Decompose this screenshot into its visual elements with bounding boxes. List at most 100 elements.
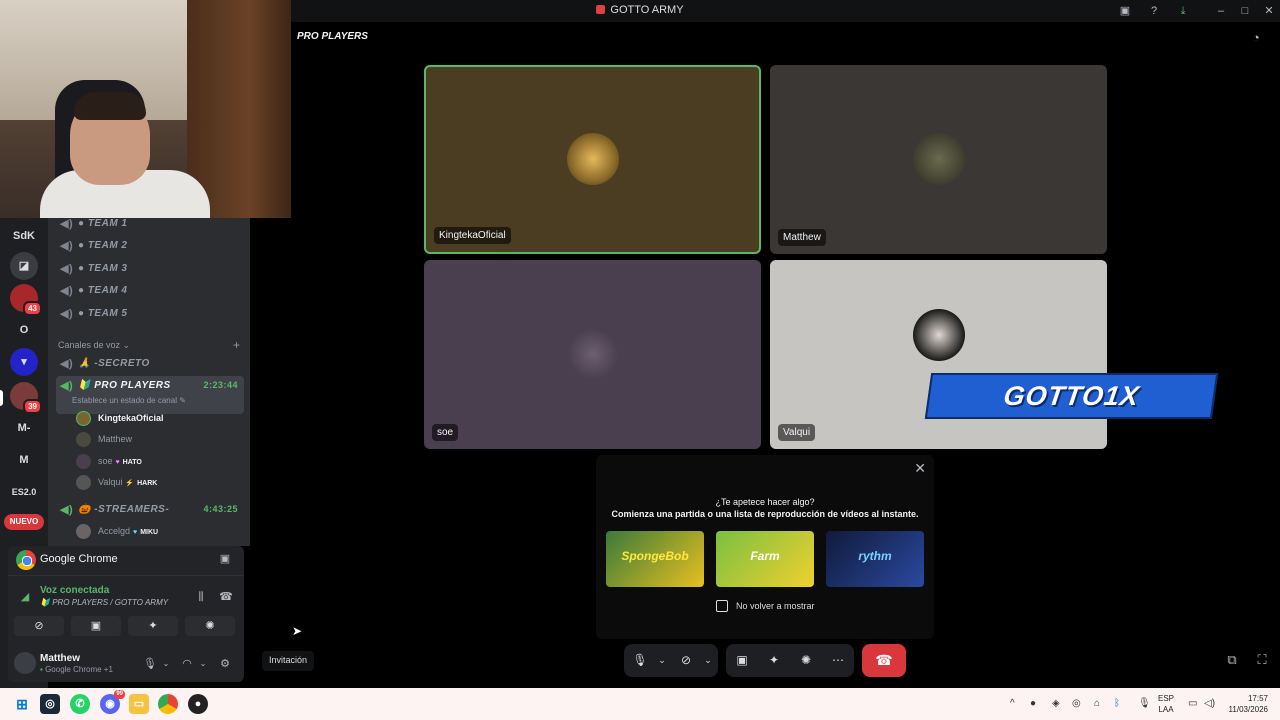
server-red[interactable]: 43 [10, 284, 42, 316]
language-indicator[interactable]: ESP LAA [1158, 693, 1174, 715]
tray-network-icon[interactable]: ⌂ [1094, 698, 1100, 709]
soundboard-button[interactable]: ✺ [185, 616, 235, 636]
windows-taskbar: ⊞ ◎ ✆ ◉ 99 ▭ ● ^ ● ◈ ◎ ⌂ ᛒ 🎙 ESP LAA ▭ ◁) … [0, 688, 1280, 720]
share-screen-button[interactable]: ▣ [71, 616, 121, 636]
tray-steam-icon[interactable]: ◎ [1072, 698, 1081, 709]
video-tile[interactable]: Valqui [770, 260, 1107, 449]
signal-icon: ◢ [20, 591, 30, 603]
camera-off-button[interactable]: ⊘ [14, 616, 64, 636]
avatar [566, 327, 619, 380]
speaker-icon: ◀) [60, 285, 74, 297]
channel-team-5[interactable]: ◀) ● TEAM 5 [56, 304, 244, 324]
obs-icon[interactable]: ● [188, 694, 208, 714]
mention-badge: 43 [23, 301, 42, 316]
more-options-icon[interactable]: ⋯ [824, 644, 852, 677]
server-es2[interactable]: ES2.0 [10, 478, 38, 506]
download-icon[interactable]: ⤓ [1175, 3, 1191, 19]
steam-icon[interactable]: ◎ [40, 694, 60, 714]
maximize-button[interactable]: □ [1237, 3, 1253, 19]
speaker-icon: ◀) [60, 380, 74, 392]
taskbar-clock[interactable]: 17:57 11/03/2026 [1222, 693, 1268, 715]
headphones-icon[interactable]: ◠ [180, 657, 194, 671]
screen-share-icon[interactable]: ▣ [218, 552, 232, 566]
server-icon [596, 5, 606, 14]
avatar [76, 454, 91, 469]
activities-button[interactable]: ✦ [128, 616, 178, 636]
channel-team-3[interactable]: ◀) ● TEAM 3 [56, 259, 244, 279]
channel-team-2[interactable]: ◀) ● TEAM 2 [56, 236, 244, 256]
close-window-button[interactable]: ✕ [1261, 3, 1277, 19]
avatar [76, 524, 91, 539]
discord-icon[interactable]: ◉ 99 [100, 690, 125, 714]
video-tile[interactable]: Matthew [770, 65, 1107, 254]
avatar [566, 132, 619, 185]
server-active[interactable]: 39 [10, 382, 42, 414]
channel-team-1[interactable]: ◀) ● TEAM 1 [56, 218, 244, 234]
disconnect-icon[interactable]: ☎ [219, 590, 233, 604]
add-channel-icon[interactable]: + [233, 338, 240, 352]
soundboard-icon[interactable]: ✺ [792, 644, 820, 677]
chevron-down-icon[interactable]: ⌄ [196, 657, 210, 671]
chevron-down-icon[interactable]: ⌄ [159, 657, 173, 671]
channel-secreto[interactable]: ◀) 🙏 -SECRETO [56, 354, 244, 374]
fullscreen-icon[interactable]: ⛶ [1254, 652, 1270, 668]
server-m-dash[interactable]: M- [10, 414, 38, 442]
channel-pro-players[interactable]: ◀) 🔰 PRO PLAYERS 2:23:44 Establece un es… [56, 376, 244, 414]
whatsapp-icon[interactable]: ✆ [70, 694, 90, 714]
tray-overflow-icon[interactable]: ^ [1010, 698, 1015, 709]
new-badge[interactable]: NUEVO [4, 514, 44, 530]
voice-connected-label[interactable]: Voz conectada [40, 585, 109, 596]
channel-team-4[interactable]: ◀) ● TEAM 4 [56, 281, 244, 301]
windows-start-icon[interactable]: ⊞ [12, 694, 32, 714]
microphone-icon[interactable]: 🎙 [143, 657, 157, 671]
video-tile[interactable]: soe [424, 260, 761, 449]
avatar [912, 308, 965, 361]
activity-card-rythm[interactable]: rythm [826, 531, 924, 587]
popout-icon[interactable]: ⧉ [1224, 652, 1240, 668]
server-blue[interactable]: ▾ [10, 348, 38, 376]
close-icon[interactable]: ✕ [914, 460, 926, 477]
activity-prompt: ✕ ¿Te apetece hacer algo? Comienza una p… [596, 455, 934, 639]
channel-streamers[interactable]: ◀) 🎃 -STREAMERS- 4:43:25 [56, 500, 244, 520]
dont-show-checkbox[interactable] [716, 600, 728, 612]
stream-source-row: Google Chrome ▣ [8, 546, 244, 576]
share-screen-icon[interactable]: ▣ [728, 644, 756, 677]
cursor-icon: ➤ [292, 624, 303, 638]
tray-display-icon[interactable]: ▭ [1188, 698, 1197, 709]
chat-icon[interactable]: ◔ [1252, 30, 1270, 48]
mic-camera-controls: 🎙 ⌄ ⊘ ⌄ [624, 644, 718, 677]
tray-mic-icon[interactable]: 🎙 [1138, 698, 1151, 709]
chrome-taskbar-icon[interactable] [158, 694, 178, 714]
channel-status[interactable]: Establece un estado de canal ✎ [72, 396, 186, 405]
activities-icon[interactable]: ✦ [760, 644, 788, 677]
chevron-down-icon[interactable]: ⌄ [694, 644, 722, 677]
inbox-icon[interactable]: ▣ [1117, 3, 1133, 19]
server-division[interactable]: ◪ [10, 252, 38, 280]
hang-up-button[interactable]: ☎ [862, 644, 906, 677]
avatar [76, 411, 91, 426]
activity-card-farm[interactable]: Farm [716, 531, 814, 587]
server-sdk[interactable]: SdK [10, 222, 38, 250]
bluetooth-icon[interactable]: ᛒ [1114, 698, 1120, 709]
help-icon[interactable]: ? [1146, 3, 1162, 19]
noise-suppression-icon[interactable]: ⫼ [194, 590, 208, 604]
stream-overlay-logo: GOTTO1X [924, 373, 1219, 419]
tray-shield-icon[interactable]: ◈ [1052, 698, 1060, 709]
activity-card-spongebob[interactable]: SpongeBob [606, 531, 704, 587]
gear-icon[interactable]: ⚙ [218, 657, 232, 671]
tray-app-icon[interactable]: ● [1030, 698, 1036, 709]
channel-list: ◀) ● TEAM 1 ◀) ● TEAM 2 ◀) ● TEAM 3 ◀) ● TEA… [48, 218, 250, 546]
call-actions: ▣ ✦ ✺ ⋯ [726, 644, 854, 677]
volume-icon[interactable]: ◁) [1204, 698, 1215, 709]
video-tile[interactable]: KingtekaOficial [424, 65, 761, 254]
file-explorer-icon[interactable]: ▭ [129, 694, 149, 714]
invite-tooltip: Invitación [262, 651, 315, 671]
avatar[interactable] [14, 652, 36, 674]
user-area: Matthew ▪ Google Chrome +1 🎙 ⌄ ◠ ⌄ ⚙ [8, 648, 244, 682]
avatar [76, 432, 91, 447]
server-m[interactable]: M [10, 446, 38, 474]
minimize-button[interactable]: – [1213, 3, 1229, 19]
server-o[interactable]: O [10, 316, 38, 344]
speaker-icon: ◀) [60, 358, 74, 370]
voice-category[interactable]: Canales de voz ⌄ [58, 340, 130, 351]
